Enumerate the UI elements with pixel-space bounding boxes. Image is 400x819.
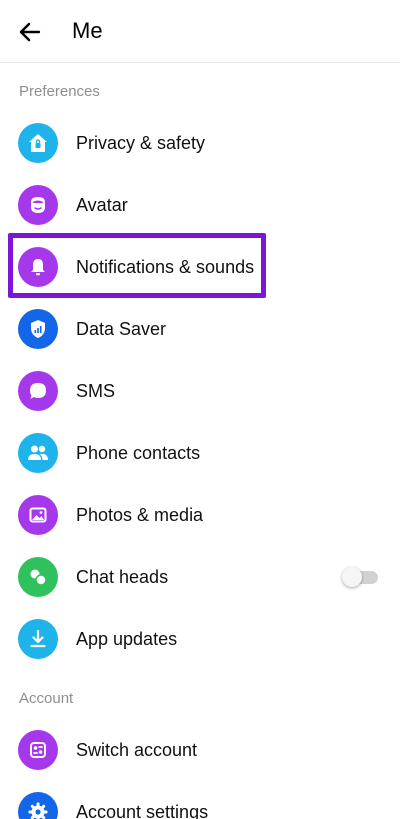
privacy-home-icon — [18, 123, 58, 163]
arrow-left-icon — [19, 22, 41, 42]
chat-heads-icon — [18, 557, 58, 597]
menu-item-label: App updates — [76, 628, 178, 649]
toggle-thumb — [342, 567, 362, 587]
menu-item-sms[interactable]: SMS — [0, 360, 400, 422]
menu-item-account-settings[interactable]: Account settings — [0, 781, 400, 819]
menu-item-label: Avatar — [76, 194, 128, 215]
menu-item-app-updates[interactable]: App updates — [0, 608, 400, 670]
menu-item-label: Phone contacts — [76, 442, 201, 463]
download-icon — [18, 619, 58, 659]
menu-item-photos-media[interactable]: Photos & media — [0, 484, 400, 546]
menu-item-phone-contacts[interactable]: Phone contacts — [0, 422, 400, 484]
menu-item-label: Privacy & safety — [76, 132, 206, 153]
menu-item-switch-account[interactable]: Switch account — [0, 719, 400, 781]
avatar-face-icon — [18, 185, 58, 225]
photo-icon — [18, 495, 58, 535]
menu-item-avatar[interactable]: Avatar — [0, 174, 400, 236]
menu-item-label: Chat heads — [76, 566, 169, 587]
shield-signal-icon — [18, 309, 58, 349]
switch-account-icon — [18, 730, 58, 770]
chat-heads-toggle[interactable] — [342, 567, 378, 587]
page-title: Me — [72, 18, 103, 43]
chat-bubble-icon — [18, 371, 58, 411]
menu-item-data-saver[interactable]: Data Saver — [0, 298, 400, 360]
highlight-box — [8, 233, 266, 298]
app-header: Me — [0, 0, 400, 63]
menu-item-label: SMS — [76, 380, 116, 401]
people-icon — [18, 433, 58, 473]
section-label-preferences: Preferences — [19, 83, 100, 100]
back-button[interactable] — [14, 17, 46, 47]
menu-item-chat-heads[interactable]: Chat heads — [0, 546, 400, 608]
menu-item-privacy-safety[interactable]: Privacy & safety — [0, 112, 400, 174]
menu-item-label: Photos & media — [76, 504, 204, 525]
menu-item-label: Data Saver — [76, 318, 167, 339]
section-label-account: Account — [19, 690, 74, 707]
gear-icon — [18, 792, 58, 819]
menu-item-label: Account settings — [76, 801, 209, 819]
menu-item-label: Switch account — [76, 739, 198, 760]
